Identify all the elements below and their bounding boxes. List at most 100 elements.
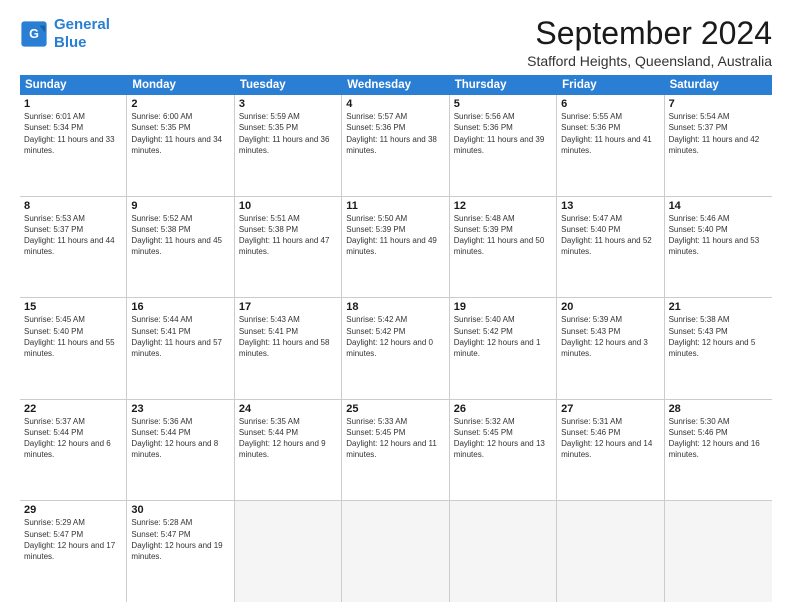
cell-info: Sunrise: 5:40 AM Sunset: 5:42 PM Dayligh… (454, 314, 552, 359)
cell-22: 22 Sunrise: 5:37 AM Sunset: 5:44 PM Dayl… (20, 400, 127, 501)
cell-19: 19 Sunrise: 5:40 AM Sunset: 5:42 PM Dayl… (450, 298, 557, 399)
svg-text:G: G (29, 27, 39, 41)
cell-24: 24 Sunrise: 5:35 AM Sunset: 5:44 PM Dayl… (235, 400, 342, 501)
cell-27: 27 Sunrise: 5:31 AM Sunset: 5:46 PM Dayl… (557, 400, 664, 501)
cell-11: 11 Sunrise: 5:50 AM Sunset: 5:39 PM Dayl… (342, 197, 449, 298)
day-number: 25 (346, 403, 444, 415)
cell-16: 16 Sunrise: 5:44 AM Sunset: 5:41 PM Dayl… (127, 298, 234, 399)
cell-14: 14 Sunrise: 5:46 AM Sunset: 5:40 PM Dayl… (665, 197, 772, 298)
cell-info: Sunrise: 5:43 AM Sunset: 5:41 PM Dayligh… (239, 314, 337, 359)
week-5: 29 Sunrise: 5:29 AM Sunset: 5:47 PM Dayl… (20, 501, 772, 602)
logo-icon: G (20, 20, 48, 48)
day-number: 16 (131, 301, 229, 313)
cell-23: 23 Sunrise: 5:36 AM Sunset: 5:44 PM Dayl… (127, 400, 234, 501)
cell-empty-4 (557, 501, 664, 602)
cell-info: Sunrise: 5:53 AM Sunset: 5:37 PM Dayligh… (24, 213, 122, 258)
cell-1: 1 Sunrise: 6:01 AM Sunset: 5:34 PM Dayli… (20, 95, 127, 196)
cell-26: 26 Sunrise: 5:32 AM Sunset: 5:45 PM Dayl… (450, 400, 557, 501)
day-number: 3 (239, 98, 337, 110)
cell-info: Sunrise: 5:33 AM Sunset: 5:45 PM Dayligh… (346, 416, 444, 461)
header-thursday: Thursday (450, 75, 557, 95)
day-number: 7 (669, 98, 768, 110)
cell-info: Sunrise: 5:48 AM Sunset: 5:39 PM Dayligh… (454, 213, 552, 258)
day-number: 27 (561, 403, 659, 415)
header-tuesday: Tuesday (235, 75, 342, 95)
day-number: 13 (561, 200, 659, 212)
cell-info: Sunrise: 5:44 AM Sunset: 5:41 PM Dayligh… (131, 314, 229, 359)
cell-info: Sunrise: 5:55 AM Sunset: 5:36 PM Dayligh… (561, 111, 659, 156)
cell-info: Sunrise: 5:37 AM Sunset: 5:44 PM Dayligh… (24, 416, 122, 461)
cell-info: Sunrise: 5:28 AM Sunset: 5:47 PM Dayligh… (131, 517, 229, 562)
cell-7: 7 Sunrise: 5:54 AM Sunset: 5:37 PM Dayli… (665, 95, 772, 196)
cell-info: Sunrise: 5:36 AM Sunset: 5:44 PM Dayligh… (131, 416, 229, 461)
cell-info: Sunrise: 5:50 AM Sunset: 5:39 PM Dayligh… (346, 213, 444, 258)
cell-9: 9 Sunrise: 5:52 AM Sunset: 5:38 PM Dayli… (127, 197, 234, 298)
week-1: 1 Sunrise: 6:01 AM Sunset: 5:34 PM Dayli… (20, 95, 772, 197)
logo-line2: Blue (54, 34, 87, 51)
header-wednesday: Wednesday (342, 75, 449, 95)
cell-info: Sunrise: 5:39 AM Sunset: 5:43 PM Dayligh… (561, 314, 659, 359)
week-4: 22 Sunrise: 5:37 AM Sunset: 5:44 PM Dayl… (20, 400, 772, 502)
header-monday: Monday (127, 75, 234, 95)
day-number: 19 (454, 301, 552, 313)
day-number: 8 (24, 200, 122, 212)
cell-info: Sunrise: 5:54 AM Sunset: 5:37 PM Dayligh… (669, 111, 768, 156)
month-title: September 2024 (527, 16, 772, 51)
cell-info: Sunrise: 5:35 AM Sunset: 5:44 PM Dayligh… (239, 416, 337, 461)
cell-2: 2 Sunrise: 6:00 AM Sunset: 5:35 PM Dayli… (127, 95, 234, 196)
cell-17: 17 Sunrise: 5:43 AM Sunset: 5:41 PM Dayl… (235, 298, 342, 399)
day-number: 6 (561, 98, 659, 110)
cell-empty-5 (665, 501, 772, 602)
day-number: 1 (24, 98, 122, 110)
day-number: 4 (346, 98, 444, 110)
cell-5: 5 Sunrise: 5:56 AM Sunset: 5:36 PM Dayli… (450, 95, 557, 196)
page: G General Blue September 2024 Stafford H… (0, 0, 792, 612)
cell-info: Sunrise: 6:00 AM Sunset: 5:35 PM Dayligh… (131, 111, 229, 156)
cell-20: 20 Sunrise: 5:39 AM Sunset: 5:43 PM Dayl… (557, 298, 664, 399)
calendar: Sunday Monday Tuesday Wednesday Thursday… (20, 75, 772, 602)
cell-info: Sunrise: 5:51 AM Sunset: 5:38 PM Dayligh… (239, 213, 337, 258)
cell-21: 21 Sunrise: 5:38 AM Sunset: 5:43 PM Dayl… (665, 298, 772, 399)
day-number: 23 (131, 403, 229, 415)
cell-info: Sunrise: 6:01 AM Sunset: 5:34 PM Dayligh… (24, 111, 122, 156)
cell-empty-2 (342, 501, 449, 602)
day-number: 2 (131, 98, 229, 110)
day-number: 22 (24, 403, 122, 415)
cell-12: 12 Sunrise: 5:48 AM Sunset: 5:39 PM Dayl… (450, 197, 557, 298)
header-friday: Friday (557, 75, 664, 95)
cell-3: 3 Sunrise: 5:59 AM Sunset: 5:35 PM Dayli… (235, 95, 342, 196)
day-number: 10 (239, 200, 337, 212)
day-number: 9 (131, 200, 229, 212)
cell-info: Sunrise: 5:52 AM Sunset: 5:38 PM Dayligh… (131, 213, 229, 258)
day-number: 17 (239, 301, 337, 313)
logo: G General Blue (20, 16, 110, 52)
header-saturday: Saturday (665, 75, 772, 95)
logo-text: General Blue (54, 16, 110, 52)
day-number: 15 (24, 301, 122, 313)
subtitle: Stafford Heights, Queensland, Australia (527, 53, 772, 69)
cell-empty-1 (235, 501, 342, 602)
cell-info: Sunrise: 5:32 AM Sunset: 5:45 PM Dayligh… (454, 416, 552, 461)
day-number: 11 (346, 200, 444, 212)
week-3: 15 Sunrise: 5:45 AM Sunset: 5:40 PM Dayl… (20, 298, 772, 400)
cell-30: 30 Sunrise: 5:28 AM Sunset: 5:47 PM Dayl… (127, 501, 234, 602)
cell-13: 13 Sunrise: 5:47 AM Sunset: 5:40 PM Dayl… (557, 197, 664, 298)
cell-10: 10 Sunrise: 5:51 AM Sunset: 5:38 PM Dayl… (235, 197, 342, 298)
cell-info: Sunrise: 5:59 AM Sunset: 5:35 PM Dayligh… (239, 111, 337, 156)
cell-info: Sunrise: 5:45 AM Sunset: 5:40 PM Dayligh… (24, 314, 122, 359)
cell-info: Sunrise: 5:42 AM Sunset: 5:42 PM Dayligh… (346, 314, 444, 359)
cell-25: 25 Sunrise: 5:33 AM Sunset: 5:45 PM Dayl… (342, 400, 449, 501)
cell-28: 28 Sunrise: 5:30 AM Sunset: 5:46 PM Dayl… (665, 400, 772, 501)
cell-18: 18 Sunrise: 5:42 AM Sunset: 5:42 PM Dayl… (342, 298, 449, 399)
day-number: 28 (669, 403, 768, 415)
day-number: 29 (24, 504, 122, 516)
cell-4: 4 Sunrise: 5:57 AM Sunset: 5:36 PM Dayli… (342, 95, 449, 196)
day-number: 12 (454, 200, 552, 212)
day-number: 21 (669, 301, 768, 313)
cell-info: Sunrise: 5:31 AM Sunset: 5:46 PM Dayligh… (561, 416, 659, 461)
cell-info: Sunrise: 5:30 AM Sunset: 5:46 PM Dayligh… (669, 416, 768, 461)
day-number: 14 (669, 200, 768, 212)
day-number: 5 (454, 98, 552, 110)
calendar-header: Sunday Monday Tuesday Wednesday Thursday… (20, 75, 772, 95)
header-sunday: Sunday (20, 75, 127, 95)
